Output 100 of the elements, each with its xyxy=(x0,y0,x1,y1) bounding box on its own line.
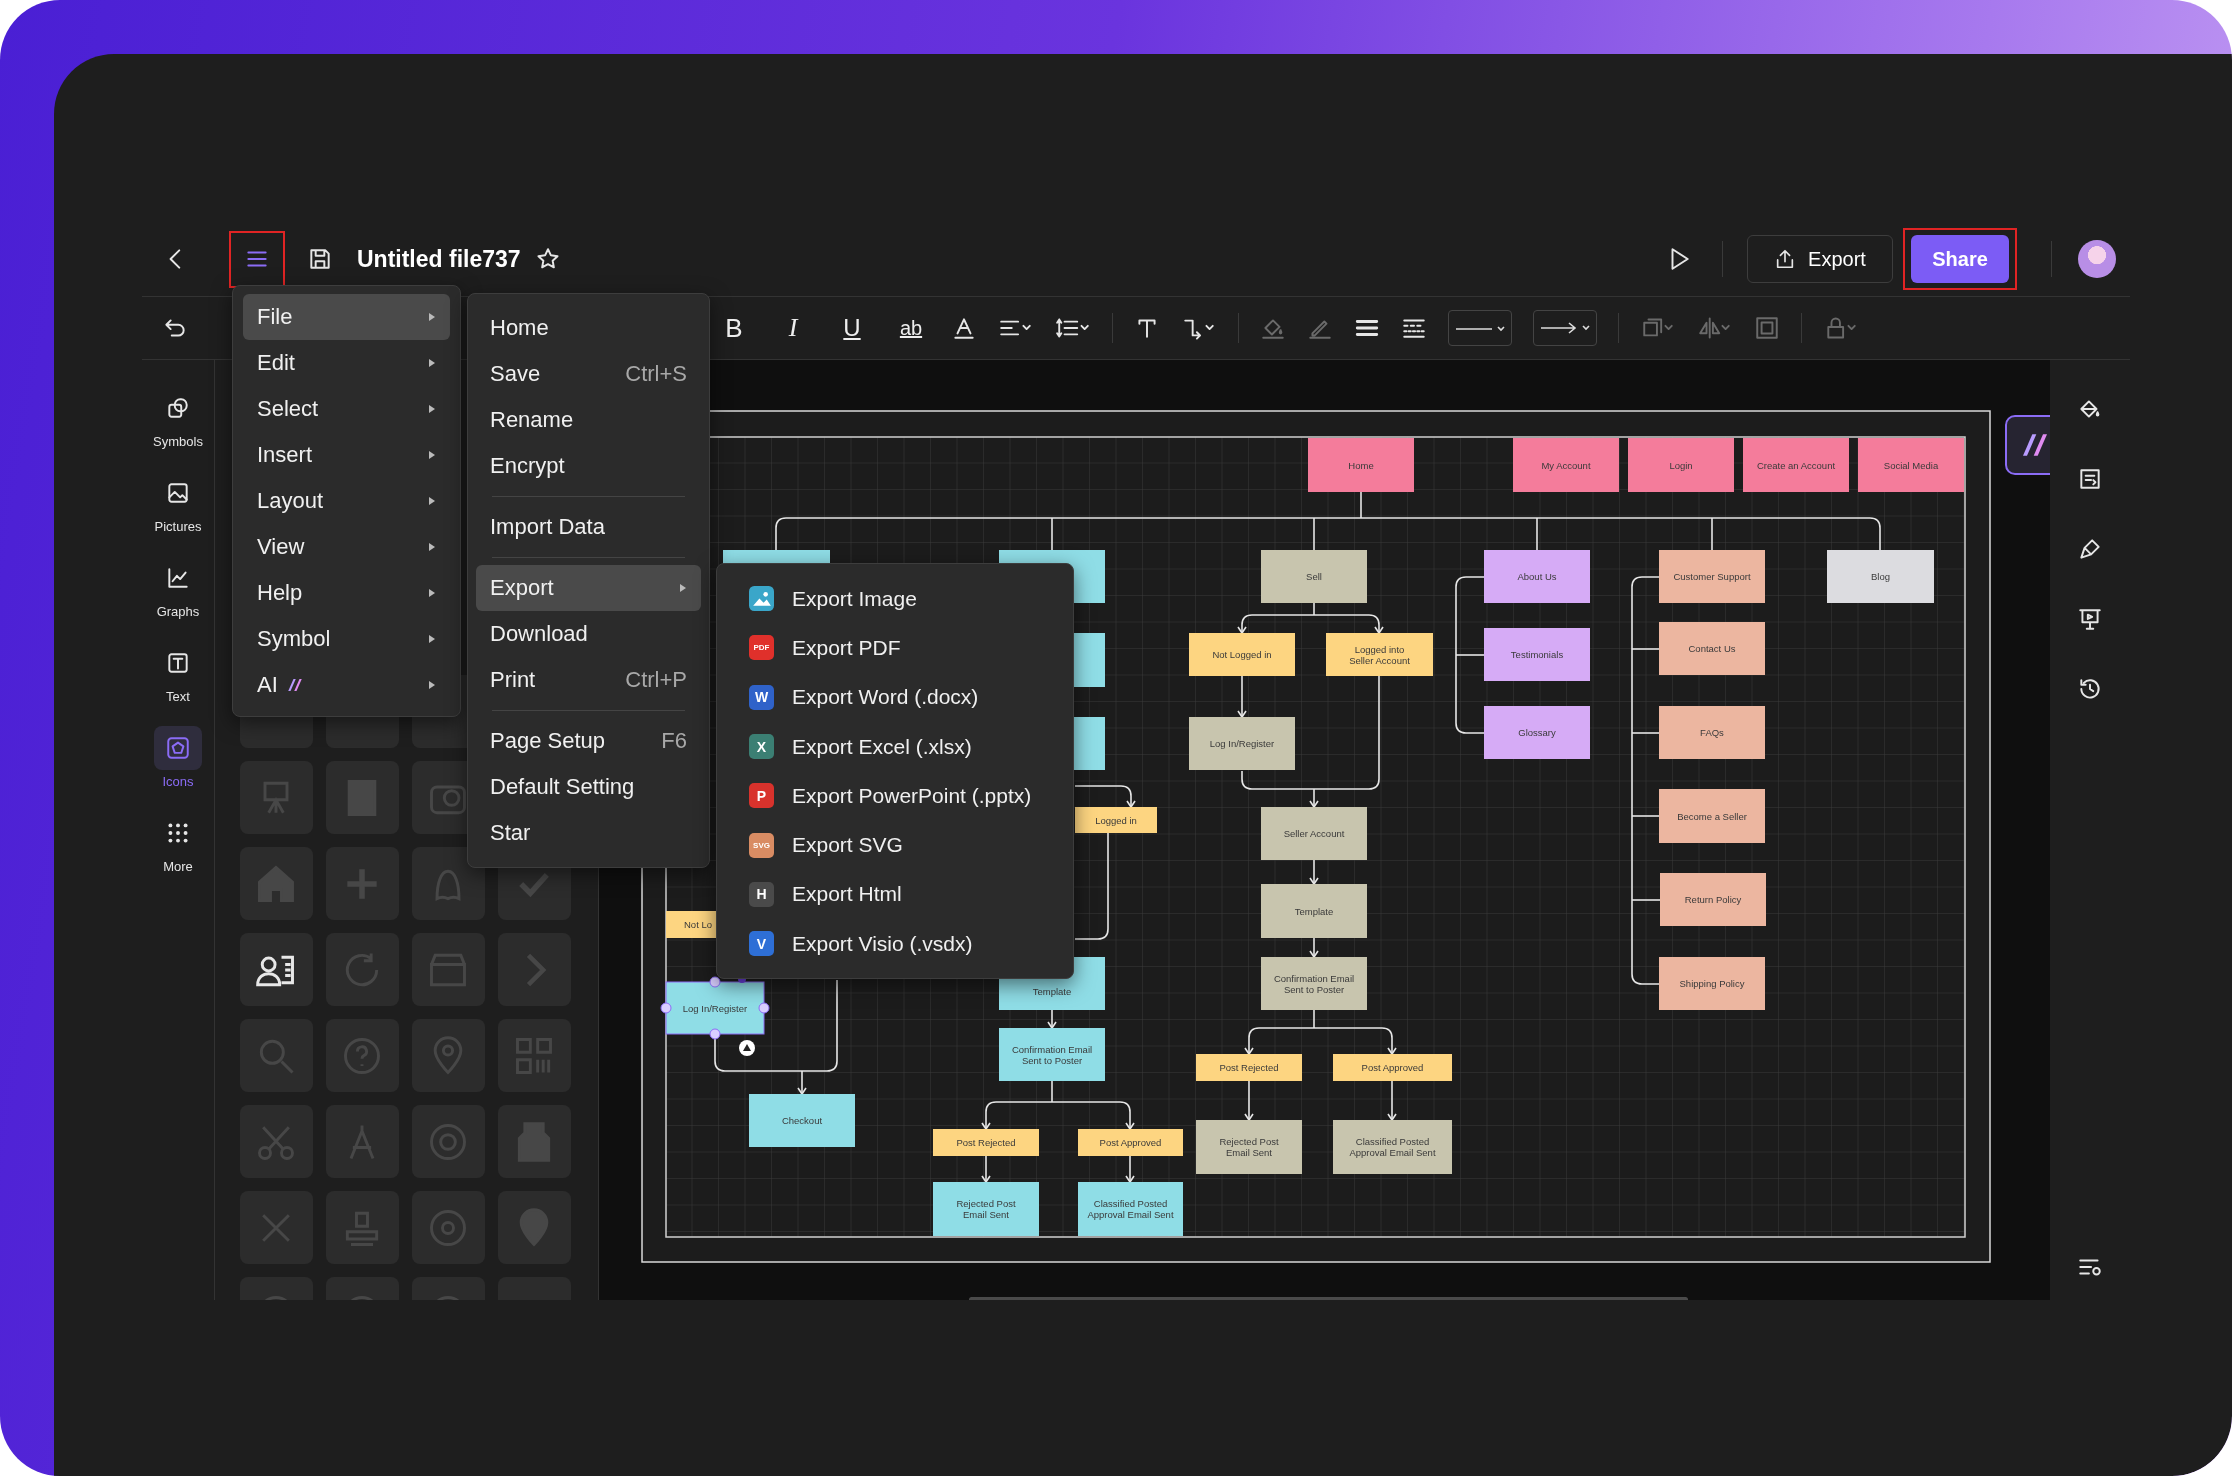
icon-tile[interactable] xyxy=(411,847,485,920)
diagram-node[interactable]: Classified Posted Approval Email Sent xyxy=(1332,1120,1452,1174)
diagram-node[interactable]: Template xyxy=(1260,884,1367,938)
sidebar-item[interactable]: Symbols xyxy=(146,382,210,453)
diagram-node[interactable]: Customer Support xyxy=(1658,550,1765,603)
diagram-node[interactable]: Blog xyxy=(1826,550,1934,603)
line-style-dropdown[interactable] xyxy=(1448,310,1512,346)
menu-item[interactable]: Layout xyxy=(243,478,450,524)
menu-item[interactable]: Default Setting xyxy=(476,764,701,810)
diagram-node[interactable]: Checkout xyxy=(748,1094,855,1147)
avatar[interactable] xyxy=(2078,240,2116,278)
menu-item[interactable]: Home xyxy=(476,305,701,351)
menu-item[interactable]: PDF Export PDF xyxy=(723,623,1067,673)
icon-tile[interactable] xyxy=(325,933,399,1006)
export-button[interactable]: Export xyxy=(1747,235,1893,283)
diagram-node[interactable]: Post Approved xyxy=(1332,1054,1452,1081)
diagram-node[interactable]: Logged in xyxy=(1074,807,1157,833)
flip-icon[interactable] xyxy=(1697,315,1733,341)
icon-tile[interactable] xyxy=(325,1019,399,1092)
icon-tile[interactable] xyxy=(497,933,571,1006)
menu-item[interactable]: Help xyxy=(243,570,450,616)
menu-item[interactable]: Edit xyxy=(243,340,450,386)
menu-item[interactable]: X Export Excel (.xlsx) xyxy=(723,721,1067,772)
menu-item[interactable]: Print Ctrl+P xyxy=(476,657,701,703)
diagram-node[interactable]: Log In/Register xyxy=(1188,717,1295,770)
icon-tile[interactable] xyxy=(497,1105,571,1178)
diagram-node[interactable]: Return Policy xyxy=(1659,873,1766,926)
icon-tile[interactable] xyxy=(239,847,313,920)
icon-tile[interactable] xyxy=(497,1191,571,1264)
diagram-node[interactable]: Confirmation Email Sent to Poster xyxy=(1260,957,1367,1010)
diagram-node[interactable]: Post Approved xyxy=(1077,1129,1183,1156)
diagram-node[interactable]: Classified Posted Approval Email Sent xyxy=(1077,1182,1183,1236)
diagram-node[interactable]: Glossary xyxy=(1483,706,1590,759)
menu-item[interactable]: P Export PowerPoint (.pptx) xyxy=(723,771,1067,821)
menu-item[interactable]: Select xyxy=(243,386,450,432)
icon-tile[interactable] xyxy=(325,847,399,920)
diagram-node[interactable]: Post Rejected xyxy=(932,1129,1039,1156)
menu-item[interactable]: Export Image xyxy=(723,574,1067,624)
icon-tile[interactable] xyxy=(239,1105,313,1178)
diagram-node[interactable]: Confirmation Email Sent to Poster xyxy=(998,1028,1105,1081)
icon-tile[interactable] xyxy=(411,1191,485,1264)
diagram-node[interactable]: FAQs xyxy=(1658,706,1765,759)
format-icon[interactable] xyxy=(2077,466,2103,492)
sidebar-item[interactable]: Graphs xyxy=(146,552,210,623)
font-color-icon[interactable] xyxy=(951,315,977,341)
menu-item[interactable]: Star xyxy=(476,810,701,856)
menu-item[interactable]: W Export Word (.docx) xyxy=(723,672,1067,722)
diagram-node[interactable]: Not Logged in xyxy=(1188,633,1295,676)
diagram-node[interactable]: Seller Account xyxy=(1260,807,1367,860)
sidebar-item[interactable]: More xyxy=(146,807,210,878)
diagram-node[interactable]: Post Rejected xyxy=(1195,1054,1302,1081)
icon-tile[interactable] xyxy=(239,761,313,834)
format-button[interactable]: I xyxy=(774,313,812,343)
arrow-style-dropdown[interactable] xyxy=(1533,310,1597,346)
group-icon[interactable] xyxy=(1754,315,1780,341)
brush-icon[interactable] xyxy=(2077,536,2103,562)
diagram-node[interactable]: Social Media xyxy=(1857,438,1964,492)
diagram-node[interactable]: Become a Seller xyxy=(1658,789,1765,843)
menu-item[interactable]: Export xyxy=(476,565,701,611)
menu-item[interactable]: View xyxy=(243,524,450,570)
diagram-node[interactable]: Home xyxy=(1307,438,1414,492)
menu-item[interactable]: File xyxy=(243,294,450,340)
diagram-node[interactable]: Testimonials xyxy=(1483,628,1590,681)
menu-item[interactable]: Insert xyxy=(243,432,450,478)
icon-tile[interactable] xyxy=(411,1105,485,1178)
sidebar-item[interactable]: Icons xyxy=(146,722,210,793)
format-button[interactable]: B xyxy=(715,312,753,344)
menu-item[interactable]: Download xyxy=(476,611,701,657)
diagram-node[interactable]: Login xyxy=(1627,438,1734,492)
icon-tile[interactable] xyxy=(411,933,485,1006)
icon-tile[interactable] xyxy=(325,761,399,834)
icon-tile[interactable] xyxy=(497,1019,571,1092)
icon-tile[interactable] xyxy=(239,933,313,1006)
sidebar-item[interactable]: Pictures xyxy=(146,467,210,538)
horizontal-scrollbar[interactable] xyxy=(968,1297,1688,1300)
menu-item[interactable]: H Export Html xyxy=(723,869,1067,920)
menu-item[interactable]: SVG Export SVG xyxy=(723,820,1067,870)
presentation-icon[interactable] xyxy=(2077,606,2103,632)
share-button[interactable]: Share xyxy=(1911,235,2009,283)
ai-button[interactable] xyxy=(2004,415,2051,475)
save-icon[interactable] xyxy=(307,246,333,272)
menu-item[interactable]: Save Ctrl+S xyxy=(476,351,701,397)
diagram-node[interactable]: Rejected Post Email Sent xyxy=(1195,1120,1302,1174)
menu-item[interactable]: Symbol xyxy=(243,616,450,662)
diagram-node[interactable]: My Account xyxy=(1512,438,1619,492)
menu-item[interactable]: Page Setup F6 xyxy=(476,718,701,764)
diagram-node[interactable]: Logged into Seller Account xyxy=(1325,633,1433,676)
menu-item[interactable]: Rename xyxy=(476,397,701,443)
sidebar-item[interactable]: Text xyxy=(146,637,210,708)
diagram-node[interactable]: About Us xyxy=(1483,550,1590,603)
history-icon[interactable] xyxy=(2077,676,2103,702)
menu-item[interactable]: AI xyxy=(243,662,450,708)
diagram-node[interactable]: Contact Us xyxy=(1658,622,1765,675)
menu-item[interactable]: Import Data xyxy=(476,504,701,550)
menu-item[interactable]: Encrypt xyxy=(476,443,701,489)
diagram-node[interactable]: Create an Account xyxy=(1742,438,1849,492)
format-button[interactable]: U xyxy=(833,314,871,342)
icon-tile[interactable] xyxy=(325,1191,399,1264)
icon-tile[interactable] xyxy=(325,1105,399,1178)
icon-tile[interactable] xyxy=(239,1191,313,1264)
